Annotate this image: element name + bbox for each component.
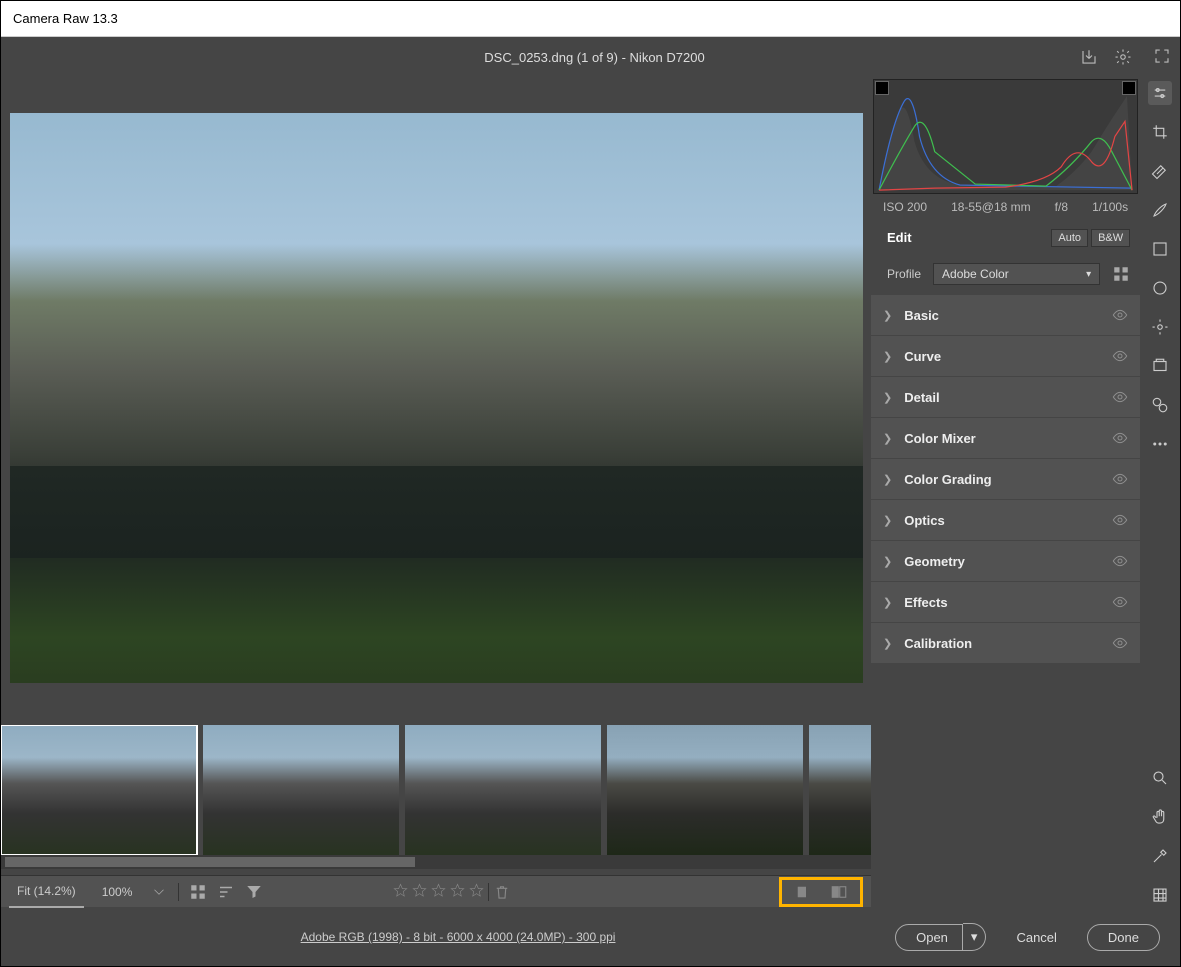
chevron-right-icon: ❯ bbox=[883, 350, 892, 363]
edit-tool-icon[interactable] bbox=[1148, 81, 1172, 105]
brush-tool-icon[interactable] bbox=[1148, 198, 1172, 222]
shadow-clip-icon[interactable] bbox=[875, 81, 889, 95]
visibility-icon[interactable] bbox=[1112, 553, 1128, 569]
panel-color-grading[interactable]: ❯Color Grading bbox=[871, 459, 1140, 499]
crop-tool-icon[interactable] bbox=[1148, 120, 1172, 144]
visibility-icon[interactable] bbox=[1112, 307, 1128, 323]
exif-shutter: 1/100s bbox=[1092, 200, 1128, 214]
panel-optics[interactable]: ❯Optics bbox=[871, 500, 1140, 540]
cancel-button[interactable]: Cancel bbox=[996, 925, 1076, 950]
settings-icon[interactable] bbox=[1114, 48, 1132, 66]
footer-bar: Adobe RGB (1998) - 8 bit - 6000 x 4000 (… bbox=[1, 907, 1180, 967]
visibility-icon[interactable] bbox=[1112, 348, 1128, 364]
done-button[interactable]: Done bbox=[1087, 924, 1160, 951]
histogram[interactable] bbox=[873, 79, 1138, 194]
thumbnail[interactable] bbox=[203, 725, 399, 855]
panel-calibration[interactable]: ❯Calibration bbox=[871, 623, 1140, 663]
panel-basic[interactable]: ❯Basic bbox=[871, 295, 1140, 335]
hand-tool-icon[interactable] bbox=[1148, 805, 1172, 829]
view-options-bar: Fit (14.2%) 100% bbox=[1, 875, 871, 907]
redeye-tool-icon[interactable] bbox=[1148, 315, 1172, 339]
filter-icon[interactable] bbox=[245, 883, 263, 901]
gradient-tool-icon[interactable] bbox=[1148, 237, 1172, 261]
visibility-icon[interactable] bbox=[1112, 430, 1128, 446]
profile-label: Profile bbox=[887, 267, 921, 281]
panel-curve[interactable]: ❯Curve bbox=[871, 336, 1140, 376]
grid-overlay-icon[interactable] bbox=[1148, 883, 1172, 907]
image-preview-area[interactable] bbox=[1, 77, 871, 715]
sort-icon[interactable] bbox=[217, 883, 235, 901]
open-dropdown[interactable]: ▾ bbox=[963, 923, 987, 951]
rating-stars[interactable] bbox=[393, 883, 511, 901]
more-icon[interactable] bbox=[1148, 432, 1172, 456]
compare-toggle-highlight bbox=[779, 877, 863, 907]
chevron-right-icon: ❯ bbox=[883, 555, 892, 568]
exif-aperture: f/8 bbox=[1055, 200, 1068, 214]
thumbnail[interactable] bbox=[809, 725, 871, 855]
header-bar: DSC_0253.dng (1 of 9) - Nikon D7200 bbox=[1, 37, 1180, 77]
snapshots-icon[interactable] bbox=[1148, 354, 1172, 378]
chevron-down-icon[interactable] bbox=[150, 883, 168, 901]
presets-icon[interactable] bbox=[1148, 393, 1172, 417]
profile-browser-icon[interactable] bbox=[1112, 265, 1130, 283]
chevron-right-icon: ❯ bbox=[883, 432, 892, 445]
sampler-tool-icon[interactable] bbox=[1148, 844, 1172, 868]
chevron-right-icon: ❯ bbox=[883, 309, 892, 322]
auto-button[interactable]: Auto bbox=[1051, 229, 1088, 247]
trash-icon[interactable] bbox=[493, 883, 511, 901]
exif-lens: 18-55@18 mm bbox=[951, 200, 1031, 214]
before-after-single-icon[interactable] bbox=[794, 883, 812, 901]
panel-detail[interactable]: ❯Detail bbox=[871, 377, 1140, 417]
visibility-icon[interactable] bbox=[1112, 594, 1128, 610]
app-title: Camera Raw 13.3 bbox=[13, 11, 118, 26]
panel-geometry[interactable]: ❯Geometry bbox=[871, 541, 1140, 581]
workflow-link[interactable]: Adobe RGB (1998) - 8 bit - 6000 x 4000 (… bbox=[21, 930, 895, 944]
before-after-split-icon[interactable] bbox=[830, 883, 848, 901]
file-info: DSC_0253.dng (1 of 9) - Nikon D7200 bbox=[109, 50, 1080, 65]
thumbnail[interactable] bbox=[607, 725, 803, 855]
profile-select[interactable]: Adobe Color ▾ bbox=[933, 263, 1100, 285]
visibility-icon[interactable] bbox=[1112, 635, 1128, 651]
edit-title: Edit bbox=[887, 230, 912, 245]
chevron-right-icon: ❯ bbox=[883, 637, 892, 650]
exif-iso: ISO 200 bbox=[883, 200, 927, 214]
chevron-right-icon: ❯ bbox=[883, 391, 892, 404]
radial-tool-icon[interactable] bbox=[1148, 276, 1172, 300]
panel-effects[interactable]: ❯Effects bbox=[871, 582, 1140, 622]
chevron-right-icon: ❯ bbox=[883, 473, 892, 486]
chevron-right-icon: ❯ bbox=[883, 514, 892, 527]
zoom-tool-icon[interactable] bbox=[1148, 766, 1172, 790]
tool-strip bbox=[1140, 77, 1180, 907]
filmstrip-scrollbar[interactable] bbox=[1, 855, 871, 869]
filmstrip bbox=[1, 715, 871, 875]
exif-info: ISO 200 18-55@18 mm f/8 1/100s bbox=[871, 194, 1140, 220]
visibility-icon[interactable] bbox=[1112, 471, 1128, 487]
visibility-icon[interactable] bbox=[1112, 389, 1128, 405]
fullscreen-icon[interactable] bbox=[1153, 47, 1171, 65]
main-photo bbox=[10, 113, 863, 683]
panel-color-mixer[interactable]: ❯Color Mixer bbox=[871, 418, 1140, 458]
zoom-100[interactable]: 100% bbox=[94, 876, 141, 908]
thumbnail[interactable] bbox=[405, 725, 601, 855]
heal-tool-icon[interactable] bbox=[1148, 159, 1172, 183]
chevron-right-icon: ❯ bbox=[883, 596, 892, 609]
zoom-fit[interactable]: Fit (14.2%) bbox=[9, 876, 84, 908]
visibility-icon[interactable] bbox=[1112, 512, 1128, 528]
highlight-clip-icon[interactable] bbox=[1122, 81, 1136, 95]
bw-button[interactable]: B&W bbox=[1091, 229, 1130, 247]
grid-view-icon[interactable] bbox=[189, 883, 207, 901]
edit-sidebar: ISO 200 18-55@18 mm f/8 1/100s Edit Auto… bbox=[871, 77, 1140, 907]
thumbnail[interactable] bbox=[1, 725, 197, 855]
open-button[interactable]: Open bbox=[895, 924, 963, 951]
window-title-bar: Camera Raw 13.3 bbox=[1, 1, 1180, 37]
save-icon[interactable] bbox=[1080, 48, 1098, 66]
